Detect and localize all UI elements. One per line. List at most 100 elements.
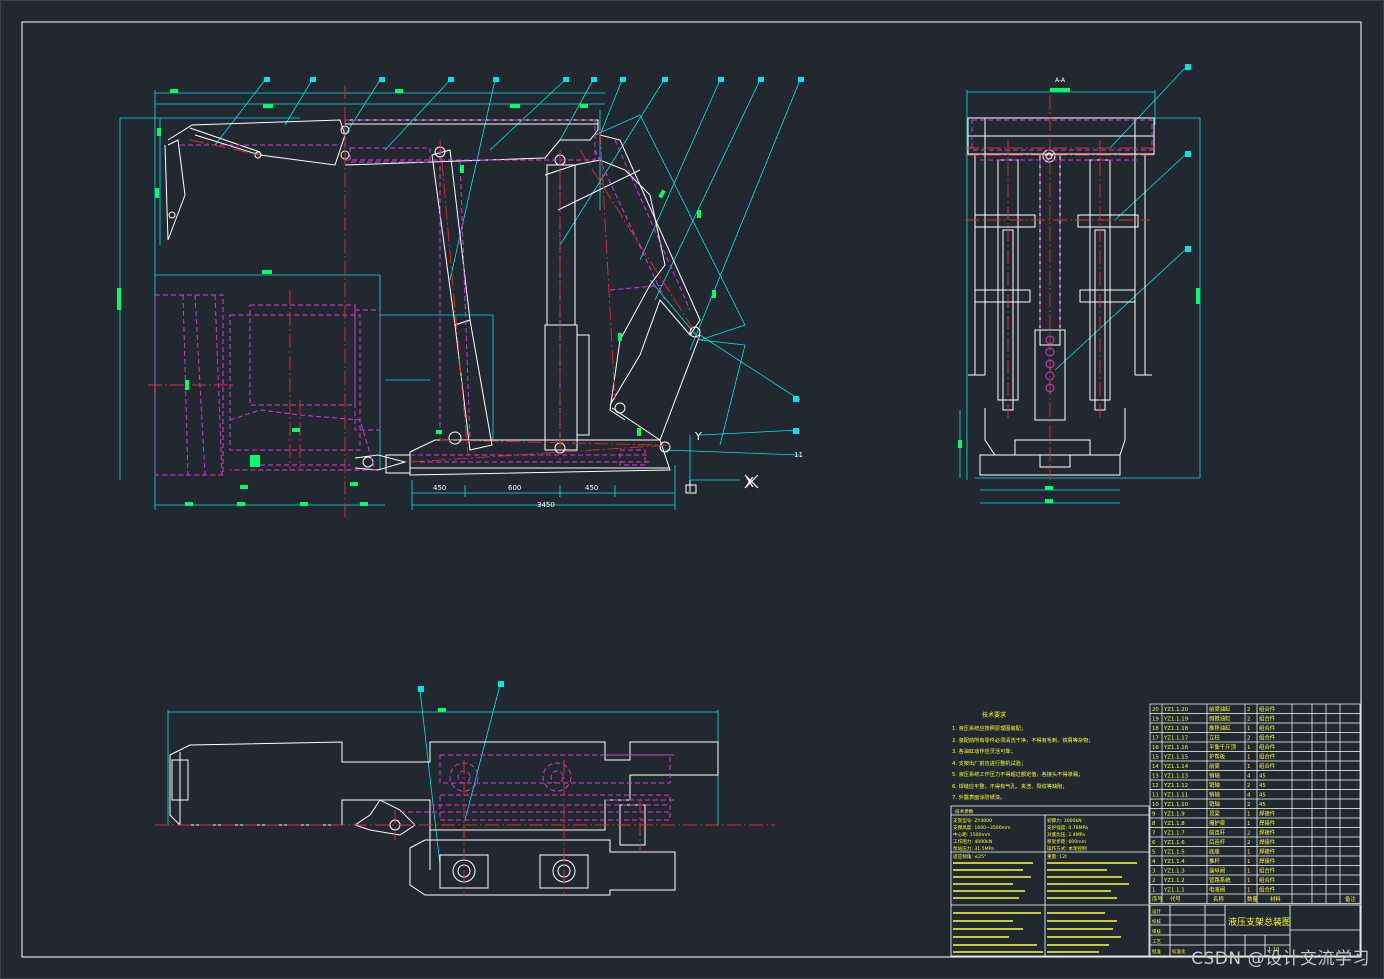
side-balloons	[1185, 64, 1191, 252]
plan-balloons	[418, 681, 504, 692]
title-cell: 校核	[1152, 918, 1161, 925]
side-structure	[967, 117, 1155, 476]
axis-label-y: Y	[694, 430, 702, 443]
section-title: A-A	[1055, 77, 1066, 84]
bom-cell: YZ1.1.19	[1163, 717, 1189, 723]
bom-cell: 10	[1152, 802, 1159, 808]
title-cell: 批准	[1152, 948, 1161, 955]
dim-text-1: 450	[433, 484, 446, 492]
plan-hidden-lines	[400, 754, 675, 821]
bom-cell: 1	[1247, 726, 1250, 732]
bom-cell: YZ1.1.5	[1163, 850, 1185, 856]
bom-cell: 组合件	[1259, 734, 1276, 742]
bom-cell: 销轴	[1209, 791, 1220, 799]
bom-cell: YZ1.1.9	[1163, 812, 1185, 818]
bom-cell: 6	[1152, 840, 1156, 846]
drawing-title: 液压支架总装图	[1228, 916, 1291, 928]
bom-cell: 组合件	[1259, 705, 1276, 713]
note-line: 4. 支架出厂前应进行整机试验；	[952, 759, 1026, 767]
bom-cell: 20	[1152, 707, 1159, 713]
bom-cell: 管路系统	[1209, 876, 1231, 884]
bom-cell: 19	[1152, 717, 1159, 723]
bom-cell: 2	[1247, 717, 1250, 723]
param-left: 泵站压力: 31.5MPa	[953, 845, 994, 852]
bom-cell: 2	[1247, 802, 1250, 808]
bom-cell: 4	[1152, 859, 1156, 865]
bom-header-cell: 名称	[1213, 895, 1224, 903]
sheet-frame	[21, 21, 1362, 958]
bom-cell: 9	[1152, 812, 1156, 818]
bom-cell: 1	[1247, 764, 1250, 770]
bom-cell: 焊接件	[1259, 838, 1276, 846]
bom-cell: YZ1.1.16	[1163, 745, 1189, 751]
bom-cell: 组合件	[1259, 762, 1276, 770]
bom-cell: 1	[1247, 869, 1250, 875]
params-heading: 技术参数	[955, 808, 974, 815]
bom-cell: 11	[1152, 793, 1159, 799]
bom-cell: 焊接件	[1259, 829, 1276, 837]
bom-cell: 45	[1259, 802, 1266, 808]
bom-cell: YZ1.1.13	[1163, 774, 1188, 780]
bom-cell: 18	[1152, 726, 1159, 732]
note-line: 7. 外露表面涂防锈漆。	[952, 793, 1005, 801]
plan-center-lines	[155, 760, 775, 895]
bom-cell: 立柱	[1209, 734, 1220, 742]
bom-cell: 1	[1152, 888, 1155, 894]
bom-cell: 平衡千斤顶	[1209, 743, 1237, 751]
bom-cell: 护帮板	[1209, 753, 1226, 761]
param-left: 适应倾角: ≤25°	[953, 853, 986, 860]
bom-cell: YZ1.1.12	[1163, 783, 1188, 789]
parameter-table: 技术参数 支架型号: ZY4000 支撑高度: 1600~3500mm 中心距:…	[950, 805, 1150, 957]
bom-cell: 5	[1152, 850, 1155, 856]
title-cell: 审核	[1152, 928, 1161, 935]
bom-cell: 组合件	[1259, 724, 1276, 732]
notes-heading: 技术要求	[982, 711, 1006, 719]
bom-cell: 组合件	[1259, 743, 1276, 751]
bom-cell: 推移油缸	[1209, 724, 1231, 732]
front-center-lines	[148, 85, 701, 520]
bom-cell: YZ1.1.10	[1163, 802, 1189, 808]
bom-cell: YZ1.1.18	[1163, 726, 1189, 732]
bom-cell: 1	[1247, 888, 1250, 894]
bom-cell: YZ1.1.3	[1163, 869, 1185, 875]
bom-cell: 1	[1247, 859, 1250, 865]
plan-view	[155, 681, 775, 896]
bom-cell: 1	[1247, 878, 1250, 884]
bom-cell: 电液阀	[1209, 886, 1225, 894]
bom-cell: 2	[1247, 840, 1250, 846]
bom-cell: 焊接件	[1259, 857, 1276, 865]
bom-cell: 焊接件	[1259, 848, 1276, 856]
cad-drawing-canvas: 450 600 450 3450 11 Y X	[0, 0, 1384, 979]
bom-cell: 12	[1152, 783, 1159, 789]
front-structure	[164, 119, 701, 494]
bom-cell: 侧推油缸	[1209, 715, 1231, 723]
bom-cell: YZ1.1.1	[1163, 888, 1185, 894]
bom-header-cell: 材料	[1270, 895, 1281, 903]
bom-cell: 前连杆	[1209, 829, 1226, 837]
bom-cell: 组合件	[1259, 867, 1276, 875]
bom-cell: 1	[1247, 812, 1250, 818]
bom-cell: 组合件	[1259, 876, 1276, 884]
bom-cell: YZ1.1.20	[1163, 707, 1189, 713]
bom-cell: 销轴	[1209, 781, 1220, 789]
param-right: 初撑力: 3000kN	[1047, 817, 1082, 824]
param-right: 操作方式: 本架控制	[1047, 845, 1087, 852]
bom-cell: 焊接件	[1259, 819, 1276, 827]
bom-header-cell: 代号	[1170, 895, 1181, 903]
bom-cell: 组合件	[1259, 753, 1276, 761]
dim-text-2: 600	[508, 484, 521, 492]
bom-cell: YZ1.1.15	[1163, 755, 1188, 761]
param-right: 移架步距: 600mm	[1047, 838, 1087, 845]
bom-cell: 后连杆	[1209, 838, 1226, 846]
bom-cell: 1	[1247, 745, 1250, 751]
side-dimension-lines	[959, 67, 1201, 504]
bom-cell: 1	[1247, 821, 1250, 827]
bom-cell: YZ1.1.17	[1163, 736, 1188, 742]
bom-cell: 销轴	[1209, 800, 1220, 808]
watermark: CSDN @设计交流学习	[1191, 949, 1370, 969]
bom-cell: 4	[1247, 774, 1251, 780]
bom-header-cell: 序号	[1152, 895, 1163, 903]
front-dimension-tags	[117, 89, 716, 506]
param-left: 支撑高度: 1600~3500mm	[953, 824, 1011, 831]
bom-cell: 45	[1259, 774, 1266, 780]
